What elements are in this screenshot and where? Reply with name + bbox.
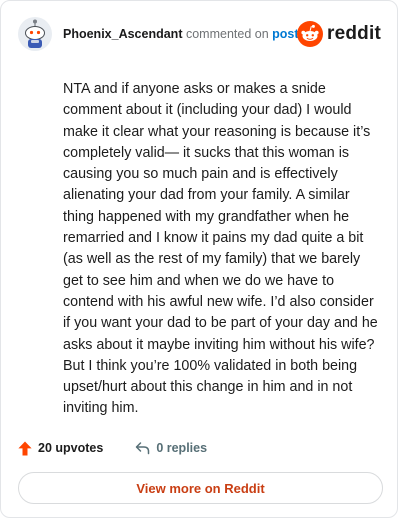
username-link[interactable]: Phoenix_Ascendant (63, 27, 182, 41)
view-more-button[interactable]: View more on Reddit (18, 472, 383, 504)
reddit-brand[interactable]: reddit (297, 20, 381, 48)
comment-header: Phoenix_Ascendant commented on post redd… (17, 16, 381, 52)
upvote-count: 20 upvotes (38, 441, 104, 455)
action-text: commented on (185, 27, 269, 41)
reddit-wordmark: reddit (327, 23, 381, 44)
comment-actions: 20 upvotes 0 replies (18, 439, 207, 457)
comment-embed-card: Phoenix_Ascendant commented on post redd… (0, 0, 398, 518)
post-link[interactable]: post (272, 27, 298, 41)
reply-arrow-icon (136, 442, 150, 455)
upvote-action[interactable]: 20 upvotes (18, 441, 103, 456)
reply-count: 0 replies (156, 441, 208, 455)
snoo-avatar-icon[interactable] (18, 17, 52, 51)
reddit-logo-icon (297, 21, 324, 47)
upvote-arrow-icon (18, 441, 32, 455)
comment-body: NTA and if anyone asks or makes a snide … (63, 81, 378, 417)
comment-attribution: Phoenix_Ascendant commented on post (63, 27, 299, 41)
reply-action[interactable]: 0 replies (135, 441, 207, 455)
